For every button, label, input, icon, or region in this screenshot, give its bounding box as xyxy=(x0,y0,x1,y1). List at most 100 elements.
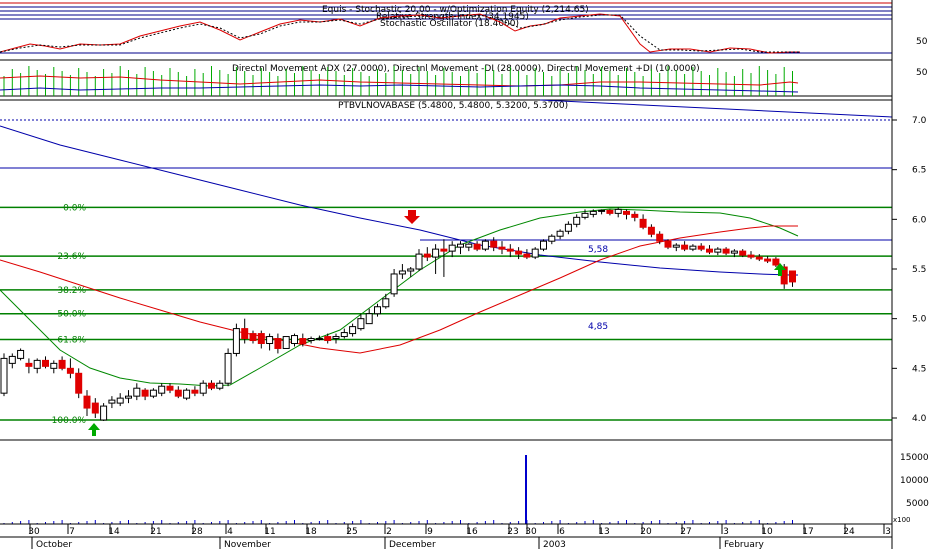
candle-48 xyxy=(398,264,406,279)
candle-body-77 xyxy=(639,218,647,228)
x-tick-12: 23 xyxy=(507,527,518,537)
candle-body-55 xyxy=(457,243,464,248)
candle-body-27 xyxy=(224,352,232,384)
candle-56 xyxy=(465,243,473,252)
candle-20 xyxy=(166,383,174,394)
candle-body-14 xyxy=(116,397,124,404)
candle-81 xyxy=(672,243,680,252)
dmi-level-label: 50 xyxy=(916,68,928,78)
technical-chart: Equis - Stochastic 20,00 - w/Optimizatio… xyxy=(0,0,929,549)
fib-label-5: 100.0% xyxy=(52,416,87,426)
candle-7 xyxy=(58,356,66,371)
candle-65 xyxy=(540,239,547,252)
candle-body-70 xyxy=(581,212,589,218)
volume-panel: 15000 10000 5000 x100 xyxy=(0,439,929,524)
vol-tick-5000: 5000 xyxy=(906,499,929,509)
candle-47 xyxy=(390,269,398,297)
candle-46 xyxy=(382,293,390,309)
candle-body-66 xyxy=(548,235,556,242)
candle-body-90 xyxy=(747,254,755,258)
month-label-3: 2003 xyxy=(543,540,566,549)
x-tick-22: 3 xyxy=(885,527,891,537)
candle-body-47 xyxy=(390,273,398,295)
candle-body-50 xyxy=(415,253,423,270)
candle-body-53 xyxy=(440,248,448,252)
candle-body-13 xyxy=(108,399,116,404)
candle-body-85 xyxy=(706,248,713,253)
candle-body-74 xyxy=(614,208,622,214)
candle-body-29 xyxy=(241,328,249,340)
x-tick-2: 14 xyxy=(108,527,120,537)
candle-body-58 xyxy=(481,240,489,250)
candle-body-86 xyxy=(714,248,722,253)
candle-35 xyxy=(291,333,298,347)
candle-body-33 xyxy=(274,338,282,349)
trend-line-top xyxy=(539,99,893,118)
month-label-0: October xyxy=(36,540,72,549)
buy-arrow-icon xyxy=(88,423,100,436)
candle-16 xyxy=(133,383,141,401)
fib-label-3: 50.0% xyxy=(57,310,86,320)
candle-body-80 xyxy=(664,240,672,248)
month-label-4: February xyxy=(724,540,765,549)
candle-body-10 xyxy=(83,395,91,409)
candle-17 xyxy=(141,388,149,401)
candle-40 xyxy=(332,333,340,344)
candle-82 xyxy=(681,241,689,252)
candle-body-26 xyxy=(216,382,224,389)
candle-41 xyxy=(340,328,348,339)
candle-body-78 xyxy=(647,226,655,235)
y-tick-5: 4.5 xyxy=(912,364,926,374)
candle-6 xyxy=(50,360,58,374)
candle-body-44 xyxy=(365,313,373,325)
candle-body-59 xyxy=(490,240,498,248)
candle-body-12 xyxy=(100,405,108,421)
candle-60 xyxy=(498,241,506,255)
candle-body-23 xyxy=(191,389,199,394)
candle-body-30 xyxy=(249,333,257,342)
candle-body-17 xyxy=(141,389,149,397)
candle-body-34 xyxy=(282,336,290,349)
y-tick-0: 7.0 xyxy=(912,116,927,126)
candle-95 xyxy=(789,270,796,287)
x-tick-19: 10 xyxy=(761,527,773,537)
candle-body-89 xyxy=(739,250,747,256)
candle-body-63 xyxy=(523,253,531,258)
x-tick-15: 13 xyxy=(598,527,609,537)
candle-body-67 xyxy=(556,230,564,237)
candle-body-8 xyxy=(66,367,74,374)
candle-50 xyxy=(415,249,423,271)
candle-body-4 xyxy=(33,359,41,369)
y-tick-6: 4.0 xyxy=(912,414,927,424)
candle-62 xyxy=(515,247,523,260)
candle-body-92 xyxy=(764,258,772,262)
candle-body-64 xyxy=(531,248,539,258)
candle-5 xyxy=(42,356,49,369)
candle-18 xyxy=(149,388,157,399)
candle-19 xyxy=(158,383,166,397)
candle-92 xyxy=(764,256,772,264)
candle-body-40 xyxy=(332,336,340,340)
dmi-title: Directnl Movement ADX (27.0000), Directn… xyxy=(232,64,700,74)
candle-body-95 xyxy=(789,270,796,283)
candle-24 xyxy=(199,380,207,397)
candle-body-43 xyxy=(357,318,365,330)
candle-body-37 xyxy=(307,338,315,342)
candle-body-15 xyxy=(125,395,132,399)
dmi-panel: Directnl Movement ADX (27.0000), Directn… xyxy=(0,59,928,97)
candle-8 xyxy=(66,358,74,379)
candle-14 xyxy=(116,393,124,407)
candle-55 xyxy=(457,241,464,255)
x-tick-14: 6 xyxy=(559,527,565,537)
candle-body-76 xyxy=(631,213,639,218)
candle-37 xyxy=(307,336,315,344)
y-tick-3: 5.5 xyxy=(912,265,926,275)
x-tick-5: 4 xyxy=(227,527,233,537)
x-tick-11: 16 xyxy=(466,527,478,537)
candle-27 xyxy=(224,348,232,387)
candle-10 xyxy=(83,390,91,417)
vol-x100-label: x100 xyxy=(893,516,911,524)
y-tick-1: 6.5 xyxy=(912,166,926,176)
candle-body-83 xyxy=(689,245,697,250)
candle-15 xyxy=(125,390,132,404)
